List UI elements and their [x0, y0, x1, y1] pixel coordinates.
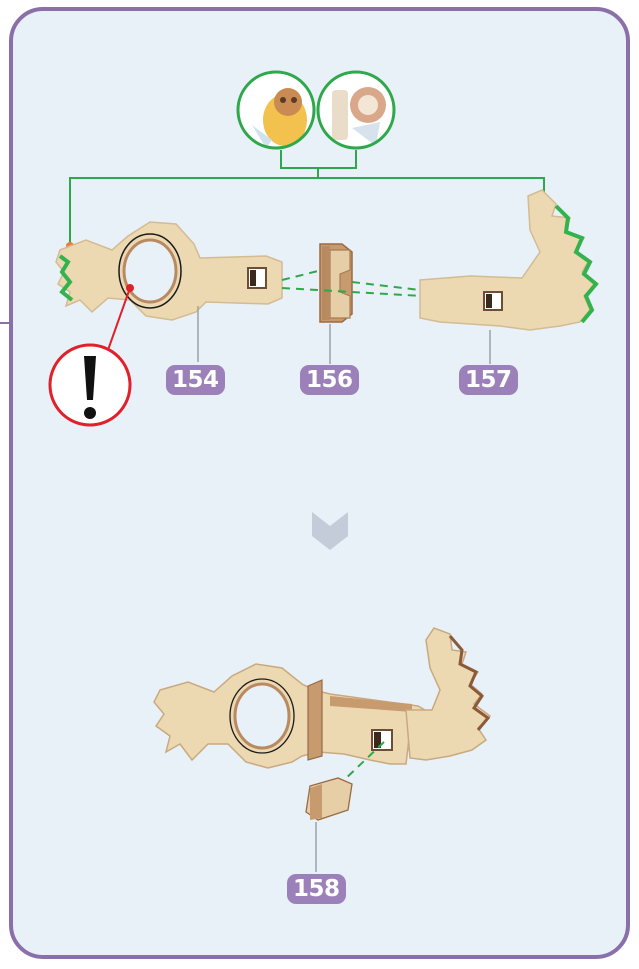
part-158-piece [305, 777, 353, 821]
lion-side-thumbnail [316, 70, 396, 150]
chevron-down-icon [312, 512, 348, 550]
instruction-page: 154 156 157 158 [0, 0, 639, 969]
assembly-diagram [48, 70, 599, 872]
part-label-154: 154 [166, 365, 225, 395]
part-156-piece [319, 243, 353, 323]
part-157-piece [419, 189, 599, 331]
part-label-157: 157 [459, 365, 518, 395]
part-label-158: 158 [287, 874, 346, 904]
part-154-piece [55, 221, 283, 321]
part-label-156: 156 [300, 365, 359, 395]
lion-face-thumbnail [236, 70, 316, 150]
assembled-model [153, 627, 492, 783]
